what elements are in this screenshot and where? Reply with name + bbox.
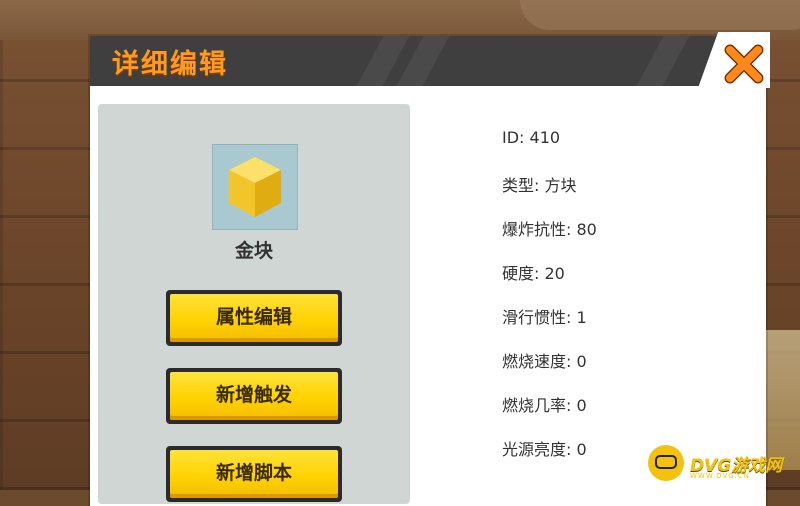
title-stripe — [636, 36, 690, 86]
item-icon-frame — [212, 144, 298, 230]
item-panel: 金块 属性编辑 新增触发 新增脚本 — [98, 104, 410, 504]
property-burn-chance: 燃烧几率: 0 — [502, 396, 587, 415]
gamepad-icon — [648, 445, 684, 481]
property-burn-speed: 燃烧速度: 0 — [502, 352, 587, 371]
add-trigger-button[interactable]: 新增触发 — [166, 368, 342, 424]
gold-block-icon — [229, 157, 281, 217]
detail-edit-dialog: 详细编辑 金块 属性编辑 新增触发 新增脚本 ID: 410 类型: 方块 爆炸… — [90, 32, 770, 506]
property-light-level: 光源亮度: 0 — [502, 440, 587, 459]
property-type: 类型: 方块 — [502, 176, 577, 195]
item-name: 金块 — [234, 240, 273, 262]
button-label: 新增脚本 — [215, 462, 292, 484]
property-blast-resistance: 爆炸抗性: 80 — [502, 220, 597, 239]
property-hardness: 硬度: 20 — [502, 264, 565, 283]
edit-attributes-button[interactable]: 属性编辑 — [166, 290, 342, 346]
property-id: ID: 410 — [502, 128, 561, 147]
dialog-title-bar: 详细编辑 — [90, 36, 766, 86]
button-label: 新增触发 — [215, 384, 292, 406]
watermark-subtext: WWW.DVG.CN — [690, 472, 751, 480]
add-script-button[interactable]: 新增脚本 — [166, 446, 342, 502]
background-shape — [520, 0, 800, 30]
close-x-icon — [724, 44, 764, 84]
property-slipperiness: 滑行惯性: 1 — [502, 308, 587, 327]
watermark: DVG游戏网 WWW.DVG.CN — [648, 440, 798, 486]
dialog-title: 详细编辑 — [112, 49, 228, 80]
button-label: 属性编辑 — [215, 306, 292, 328]
